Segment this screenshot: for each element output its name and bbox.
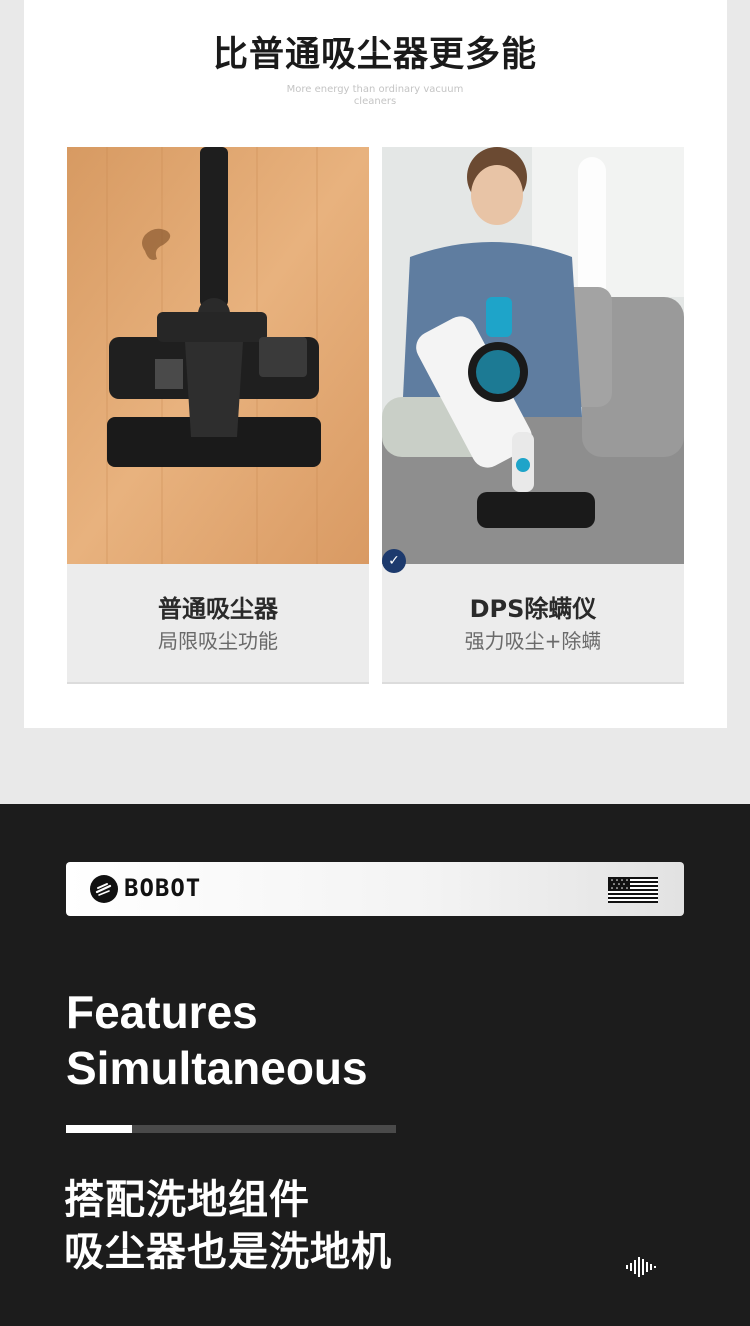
page-subtitle: More energy than ordinary vacuum cleaner…: [0, 84, 750, 108]
dps-mite-remover-image: [382, 147, 684, 564]
subtitle-line-2: cleaners: [353, 96, 397, 107]
us-flag-icon: [608, 877, 658, 903]
feature-heading: Features Simultaneous: [66, 984, 368, 1096]
tagline: 搭配洗地组件 吸尘器也是洗地机: [64, 1174, 392, 1278]
selected-check-icon: ✓: [382, 549, 406, 573]
brand-name: BOBOT: [124, 874, 202, 902]
page-title: 比普通吸尘器更多能: [212, 35, 537, 75]
feature-heading-line-1: Features: [66, 986, 258, 1038]
ordinary-vacuum-subtitle: 局限吸尘功能: [158, 629, 278, 653]
ordinary-vacuum-title: 普通吸尘器: [158, 595, 278, 623]
feature-section: BOBOT Features Simultaneous 搭配洗地组件 吸尘器也是…: [0, 804, 750, 1326]
audio-wave-icon[interactable]: [624, 1256, 660, 1278]
bobot-logo-icon: [90, 875, 118, 903]
progress-bar: [66, 1125, 396, 1133]
progress-bar-fill: [66, 1125, 132, 1133]
tagline-line-2: 吸尘器也是洗地机: [64, 1229, 392, 1275]
brand-bar: BOBOT: [66, 862, 684, 916]
subtitle-line-1: More energy than ordinary vacuum: [286, 84, 464, 95]
tagline-line-1: 搭配洗地组件: [64, 1177, 310, 1223]
feature-heading-line-2: Simultaneous: [66, 1042, 368, 1094]
page: 比普通吸尘器更多能 More energy than ordinary vacu…: [0, 0, 750, 1326]
dps-subtitle: 强力吸尘+除螨: [464, 629, 602, 653]
ordinary-vacuum-image: [67, 147, 369, 564]
dps-title: DPS除螨仪: [469, 595, 597, 623]
compare-item-dps[interactable]: ✓ DPS除螨仪 强力吸尘+除螨: [382, 147, 684, 684]
compare-item-ordinary[interactable]: 普通吸尘器 局限吸尘功能: [67, 147, 369, 684]
